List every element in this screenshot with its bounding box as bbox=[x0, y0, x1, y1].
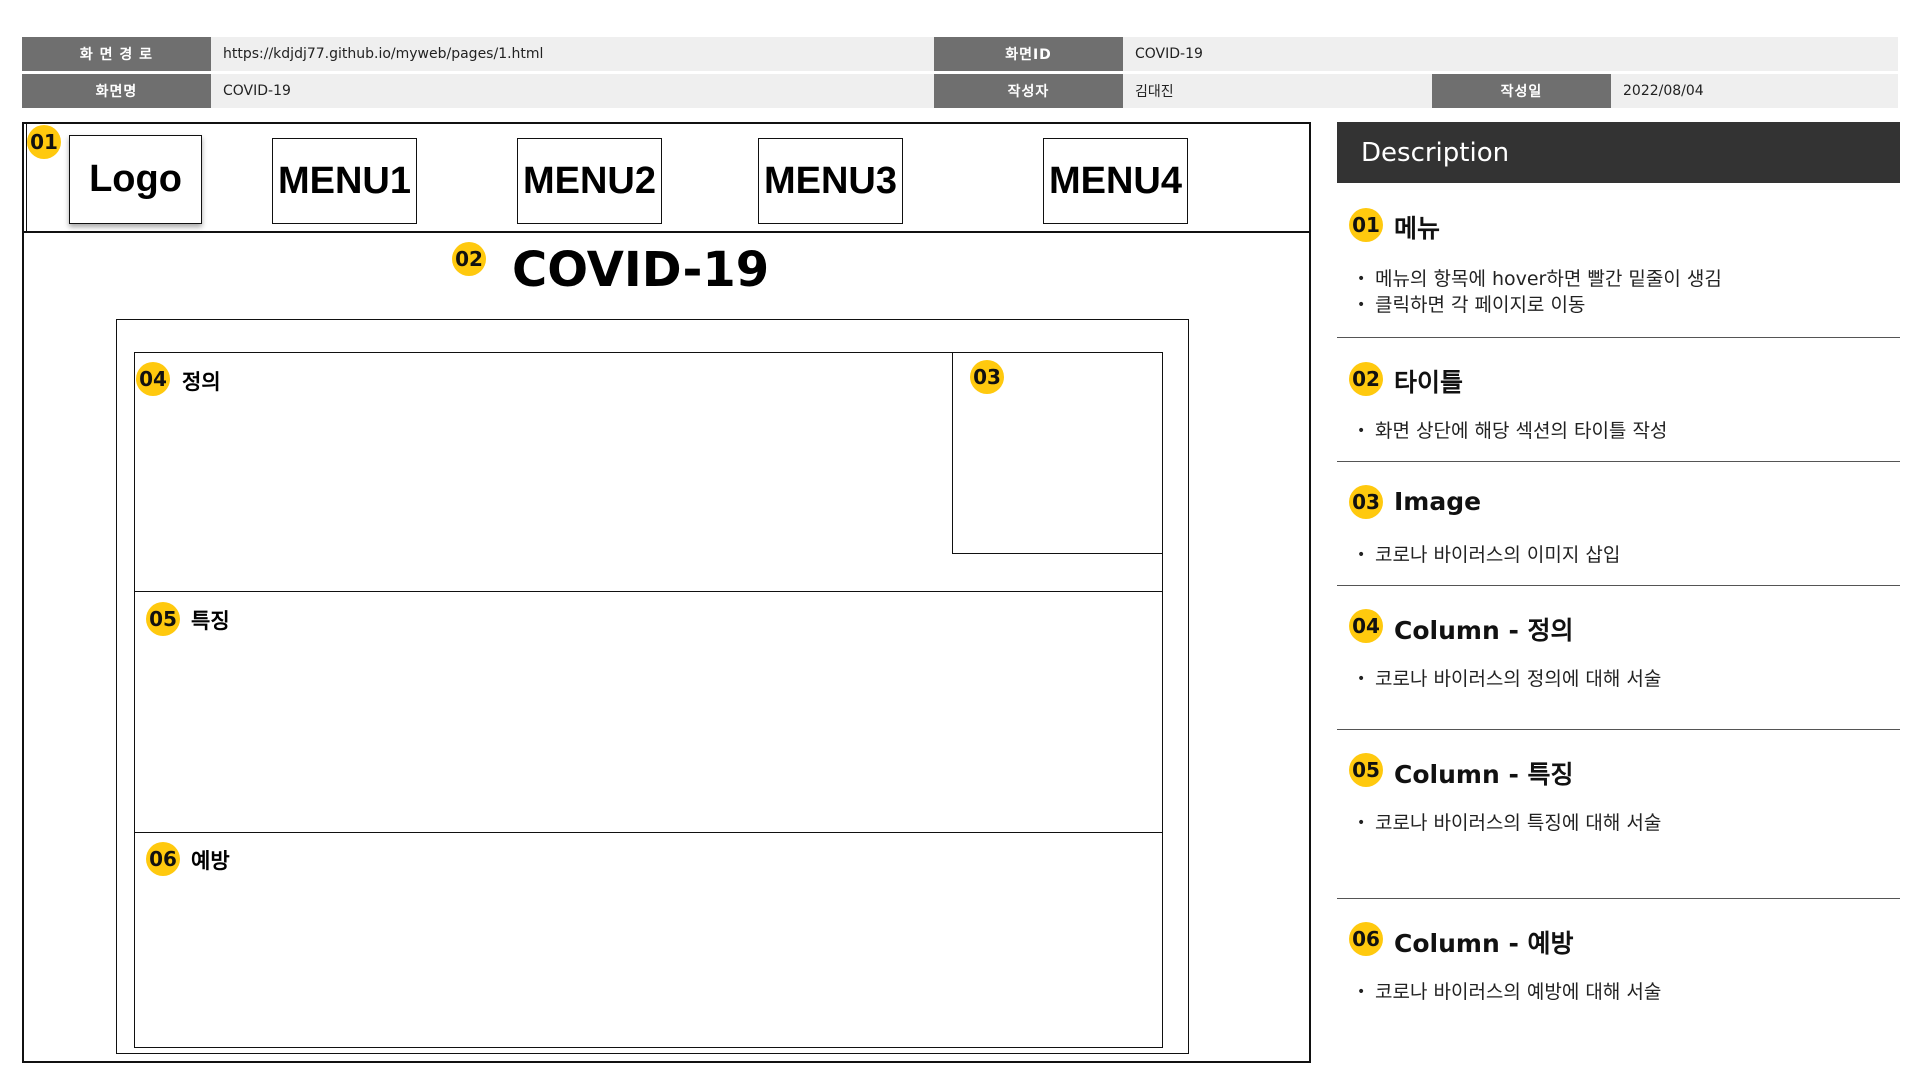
path-label: 화 면 경 로 bbox=[22, 37, 211, 71]
description-section-04: 04 Column - 정의 코로나 바이러스의 정의에 대해 서술 bbox=[1337, 586, 1900, 730]
desc-title-04: Column - 정의 bbox=[1394, 616, 1574, 645]
badge-03: 03 bbox=[970, 360, 1004, 394]
column-prevention bbox=[134, 832, 1163, 1048]
desc-badge-06: 06 bbox=[1349, 922, 1383, 956]
screen-id-value: COVID-19 bbox=[1123, 37, 1898, 71]
desc-item: 코로나 바이러스의 예방에 대해 서술 bbox=[1357, 979, 1661, 1005]
badge-06: 06 bbox=[146, 842, 180, 876]
column-features-title: 특징 bbox=[191, 609, 230, 633]
description-section-01: 01 메뉴 메뉴의 항목에 hover하면 빨간 밑줄이 생김 클릭하면 각 페… bbox=[1337, 183, 1900, 338]
badge-02: 02 bbox=[452, 242, 486, 276]
desc-badge-01: 01 bbox=[1349, 208, 1383, 242]
desc-badge-05: 05 bbox=[1349, 753, 1383, 787]
desc-item: 코로나 바이러스의 특징에 대해 서술 bbox=[1357, 810, 1661, 836]
desc-list-06: 코로나 바이러스의 예방에 대해 서술 bbox=[1357, 979, 1661, 1005]
description-section-05: 05 Column - 특징 코로나 바이러스의 특징에 대해 서술 bbox=[1337, 730, 1900, 899]
description-section-02: 02 타이틀 화면 상단에 해당 섹션의 타이틀 작성 bbox=[1337, 338, 1900, 462]
desc-item: 코로나 바이러스의 정의에 대해 서술 bbox=[1357, 666, 1661, 692]
desc-title-03: Image bbox=[1394, 487, 1482, 516]
desc-title-02: 타이틀 bbox=[1394, 368, 1464, 397]
desc-title-01: 메뉴 bbox=[1394, 214, 1441, 243]
header-row-1: 화 면 경 로 https://kdjdj77.github.io/myweb/… bbox=[22, 37, 1898, 71]
badge-01: 01 bbox=[27, 125, 61, 159]
screen-name-value: COVID-19 bbox=[211, 74, 934, 108]
desc-list-04: 코로나 바이러스의 정의에 대해 서술 bbox=[1357, 666, 1661, 692]
desc-title-05: Column - 특징 bbox=[1394, 760, 1574, 789]
desc-item: 화면 상단에 해당 섹션의 타이틀 작성 bbox=[1357, 418, 1667, 444]
author-label: 작성자 bbox=[934, 74, 1123, 108]
desc-list-03: 코로나 바이러스의 이미지 삽입 bbox=[1357, 542, 1620, 568]
desc-list-05: 코로나 바이러스의 특징에 대해 서술 bbox=[1357, 810, 1661, 836]
column-prevention-title: 예방 bbox=[191, 849, 230, 873]
desc-item: 코로나 바이러스의 이미지 삽입 bbox=[1357, 542, 1620, 568]
desc-item: 메뉴의 항목에 hover하면 빨간 밑줄이 생김 bbox=[1357, 266, 1722, 292]
author-value: 김대진 bbox=[1123, 74, 1432, 108]
screen-name-label: 화면명 bbox=[22, 74, 211, 108]
description-section-06: 06 Column - 예방 코로나 바이러스의 예방에 대해 서술 bbox=[1337, 899, 1900, 1019]
path-value: https://kdjdj77.github.io/myweb/pages/1.… bbox=[211, 37, 934, 71]
menu-4[interactable]: MENU4 bbox=[1043, 138, 1188, 224]
desc-badge-03: 03 bbox=[1349, 485, 1383, 519]
column-features bbox=[134, 591, 1163, 833]
desc-list-01: 메뉴의 항목에 hover하면 빨간 밑줄이 생김 클릭하면 각 페이지로 이동 bbox=[1357, 266, 1722, 318]
desc-list-02: 화면 상단에 해당 섹션의 타이틀 작성 bbox=[1357, 418, 1667, 444]
screen-id-label: 화면ID bbox=[934, 37, 1123, 71]
desc-badge-02: 02 bbox=[1349, 362, 1383, 396]
header-row-2: 화면명 COVID-19 작성자 김대진 작성일 2022/08/04 bbox=[22, 74, 1898, 108]
badge-05: 05 bbox=[146, 602, 180, 636]
nav-divider bbox=[22, 231, 1311, 233]
menu-3[interactable]: MENU3 bbox=[758, 138, 903, 224]
description-header: Description bbox=[1337, 122, 1900, 183]
desc-item: 클릭하면 각 페이지로 이동 bbox=[1357, 292, 1722, 318]
desc-badge-04: 04 bbox=[1349, 609, 1383, 643]
description-section-03: 03 Image 코로나 바이러스의 이미지 삽입 bbox=[1337, 462, 1900, 586]
column-definition-title: 정의 bbox=[182, 370, 221, 394]
badge-04: 04 bbox=[136, 362, 170, 396]
menu-1[interactable]: MENU1 bbox=[272, 138, 417, 224]
date-label: 작성일 bbox=[1432, 74, 1611, 108]
menu-2[interactable]: MENU2 bbox=[517, 138, 662, 224]
logo-box[interactable]: Logo bbox=[69, 135, 202, 224]
page-title: COVID-19 bbox=[512, 242, 770, 298]
date-value: 2022/08/04 bbox=[1611, 74, 1898, 108]
desc-title-06: Column - 예방 bbox=[1394, 929, 1574, 958]
